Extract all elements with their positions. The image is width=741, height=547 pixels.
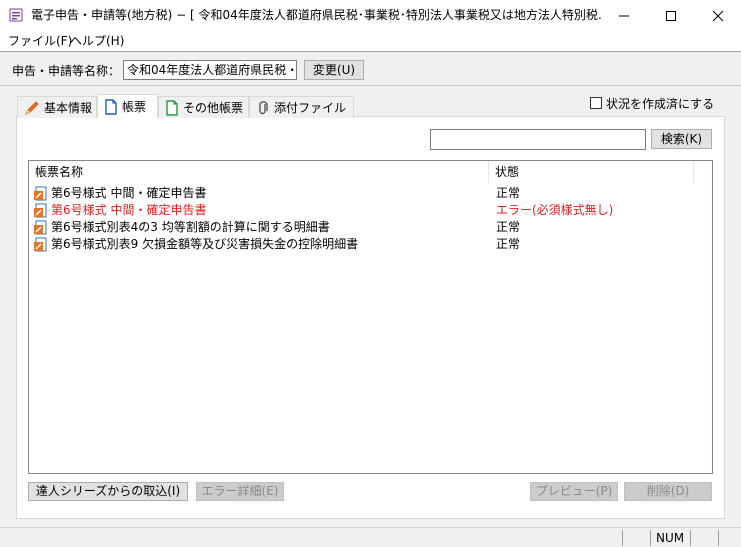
status-checkbox[interactable] — [590, 97, 602, 109]
table-row[interactable]: 第6号様式 中間・確定申告書 エラー(必須様式無し) — [32, 202, 712, 219]
name-field[interactable]: 令和04年度法人都道府県民税・ — [123, 60, 297, 80]
paperclip-icon — [259, 100, 268, 114]
import-button[interactable]: 達人シリーズからの取込(I) — [28, 482, 188, 501]
menu-file[interactable]: ファイル(F) — [8, 31, 72, 51]
row-status: 正常 — [496, 237, 521, 251]
row-status: 正常 — [496, 186, 521, 200]
status-checkbox-label: 状況を作成済にする — [606, 97, 715, 111]
row-form-name: 第6号様式 中間・確定申告書 — [51, 203, 207, 217]
tab-basic-info[interactable]: 基本情報 — [17, 96, 97, 118]
minimize-icon — [619, 15, 629, 16]
pencil-icon — [25, 100, 39, 115]
window-title: 電子申告・申請等(地方税) − [ 令和04年度法人都道府県民税･事業税･特別法… — [31, 8, 601, 22]
status-bar: NUM — [0, 527, 741, 547]
toolbar-separator — [0, 85, 741, 86]
table-row[interactable]: 第6号様式別表9 欠損金額等及び災害損失金の控除明細書 正常 — [32, 236, 712, 253]
status-cell-empty — [622, 530, 650, 546]
status-cell-empty — [690, 530, 718, 546]
row-form-name: 第6号様式別表4の3 均等割額の計算に関する明細書 — [51, 220, 330, 234]
column-header-status[interactable]: 状態 — [489, 161, 694, 183]
name-label: 申告・申請等名称： — [12, 64, 121, 78]
num-lock-indicator: NUM — [650, 530, 690, 546]
close-button[interactable] — [695, 0, 741, 31]
form-document-icon — [34, 220, 47, 235]
search-input[interactable] — [430, 129, 646, 150]
tab-basic-info-label: 基本情報 — [44, 101, 93, 115]
tab-attachments[interactable]: 添付ファイル — [249, 96, 354, 118]
title-bar: 電子申告・申請等(地方税) − [ 令和04年度法人都道府県民税･事業税･特別法… — [0, 0, 741, 31]
tab-forms[interactable]: 帳票 — [97, 94, 158, 118]
close-icon — [712, 10, 724, 21]
row-form-name: 第6号様式 中間・確定申告書 — [51, 186, 207, 200]
document-green-icon — [166, 99, 178, 116]
row-form-name: 第6号様式別表9 欠損金額等及び災害損失金の控除明細書 — [51, 237, 359, 251]
document-icon — [105, 98, 117, 115]
menu-help[interactable]: ヘルプ(H) — [70, 31, 124, 51]
maximize-button[interactable] — [648, 0, 694, 31]
form-document-icon — [34, 186, 47, 201]
forms-list[interactable]: 帳票名称 状態 第6号様式 中間・確定申告書 正常 第6号様式 中間・確定申告書… — [28, 160, 713, 474]
row-status: エラー(必須様式無し) — [496, 203, 614, 217]
tab-other-forms[interactable]: その他帳票 — [158, 96, 249, 118]
error-detail-button[interactable]: エラー詳細(E) — [196, 482, 284, 501]
change-button[interactable]: 変更(U) — [304, 60, 364, 80]
resize-grip[interactable] — [718, 530, 741, 546]
minimize-button[interactable] — [601, 0, 647, 31]
column-header-form-name[interactable]: 帳票名称 — [29, 161, 489, 183]
preview-button[interactable]: プレビュー(P) — [530, 482, 618, 501]
tab-attachments-label: 添付ファイル — [274, 101, 347, 115]
table-row[interactable]: 第6号様式 中間・確定申告書 正常 — [32, 185, 712, 202]
table-row[interactable]: 第6号様式別表4の3 均等割額の計算に関する明細書 正常 — [32, 219, 712, 236]
tab-forms-label: 帳票 — [122, 100, 147, 114]
row-status: 正常 — [496, 220, 521, 234]
search-button[interactable]: 検索(K) — [651, 129, 712, 149]
menu-separator — [0, 51, 741, 52]
app-icon — [9, 8, 23, 22]
tab-other-forms-label: その他帳票 — [183, 101, 244, 115]
menu-bar: ファイル(F) ヘルプ(H) — [0, 31, 741, 51]
form-document-icon — [34, 237, 47, 252]
delete-button[interactable]: 削除(D) — [624, 482, 712, 501]
maximize-icon — [666, 10, 676, 21]
form-document-icon — [34, 203, 47, 218]
